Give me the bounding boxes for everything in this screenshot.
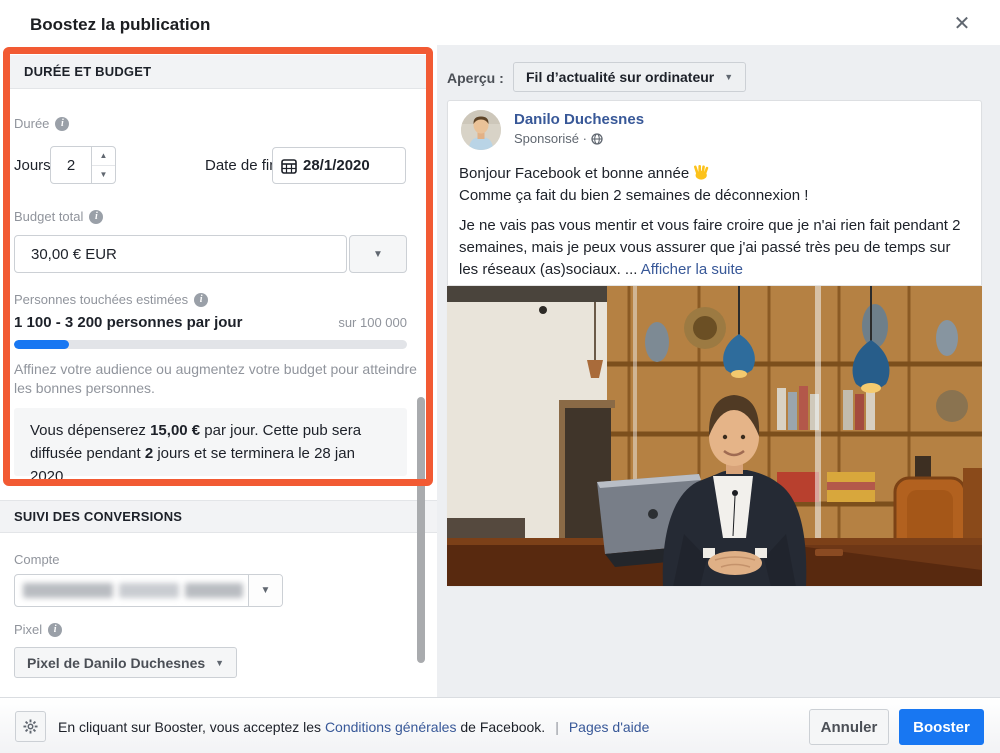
stepper-up-icon[interactable]: ▲ <box>92 147 115 166</box>
see-more-link[interactable]: Afficher la suite <box>641 261 743 278</box>
reach-progress-track <box>14 340 407 349</box>
chevron-down-icon: ▼ <box>373 248 383 260</box>
boost-button[interactable]: Booster <box>899 709 984 745</box>
preview-mode-dropdown[interactable]: Fil d’actualité sur ordinateur ▼ <box>513 62 747 92</box>
terms-text: En cliquant sur Booster, vous acceptez l… <box>58 719 650 735</box>
globe-icon <box>591 132 603 145</box>
reach-total: sur 100 000 <box>338 315 407 330</box>
stepper-arrows: ▲ ▼ <box>91 147 115 183</box>
preview-label: Aperçu : <box>447 70 504 86</box>
info-icon[interactable]: i <box>194 292 209 307</box>
post-photo[interactable] <box>447 285 982 586</box>
duration-label: Durée i <box>14 116 70 131</box>
account-label: Compte <box>14 552 60 567</box>
days-value: 2 <box>66 156 76 174</box>
account-dropdown[interactable]: ▼ <box>14 574 283 607</box>
cancel-button[interactable]: Annuler <box>809 709 889 745</box>
chevron-down-icon: ▼ <box>724 72 734 82</box>
budget-value: 30,00 € EUR <box>31 245 117 263</box>
post-meta: Sponsorisé · <box>514 131 603 146</box>
reach-estimate-row: 1 100 - 3 200 personnes par jour sur 100… <box>14 314 407 331</box>
budget-input[interactable]: 30,00 € EUR <box>14 235 347 273</box>
spend-summary: Vous dépenserez 15,00 € par jour. Cette … <box>14 408 407 485</box>
days-stepper[interactable]: 2 ▲ ▼ <box>50 146 116 184</box>
help-pages-link[interactable]: Pages d'aide <box>569 719 650 735</box>
reach-progress-fill <box>14 340 70 349</box>
calendar-icon <box>281 158 297 174</box>
audience-hint: Affinez votre audience ou augmentez votr… <box>14 361 417 396</box>
chevron-down-icon: ▼ <box>248 575 282 606</box>
end-date-label: Date de fin <box>205 157 278 174</box>
chevron-down-icon: ▼ <box>215 657 225 668</box>
pixel-dropdown[interactable]: Pixel de Danilo Duchesnes ▼ <box>14 647 238 678</box>
settings-button[interactable] <box>15 711 46 742</box>
dialog-title: Boostez la publication <box>30 15 211 34</box>
boost-post-dialog: Boostez la publication ✕ DURÉE ET BUDGET… <box>0 0 1000 753</box>
separator: | <box>555 719 559 735</box>
gear-icon <box>23 719 38 734</box>
estimated-reach-label: Personnes touchées estimées i <box>14 292 209 307</box>
end-date-value: 28/1/2020 <box>303 157 370 174</box>
info-icon[interactable]: i <box>55 116 70 131</box>
post-author-link[interactable]: Danilo Duchesnes <box>514 111 644 128</box>
reach-estimate: 1 100 - 3 200 personnes par jour <box>14 314 243 331</box>
post-text: Bonjour Facebook et bonne année Comme ça… <box>459 165 961 278</box>
stepper-down-icon[interactable]: ▼ <box>92 166 115 184</box>
budget-label: Budget total i <box>14 209 104 224</box>
avatar[interactable] <box>461 110 501 150</box>
left-panel-scrollbar[interactable] <box>417 397 425 663</box>
budget-dropdown-button[interactable]: ▼ <box>349 235 407 273</box>
days-label: Jours <box>14 157 51 174</box>
terms-link[interactable]: Conditions générales <box>325 719 457 735</box>
info-icon[interactable]: i <box>48 622 63 637</box>
pixel-label: Pixel i <box>14 622 63 637</box>
section-duration-budget-title: DURÉE ET BUDGET <box>10 55 426 89</box>
account-value-redacted <box>15 575 248 606</box>
end-date-input[interactable]: 28/1/2020 <box>272 147 406 184</box>
close-icon[interactable]: ✕ <box>948 10 976 38</box>
waving-hand-emoji <box>693 165 710 182</box>
info-icon[interactable]: i <box>89 209 104 224</box>
section-conversion-tracking-title: SUIVI DES CONVERSIONS <box>0 500 437 533</box>
